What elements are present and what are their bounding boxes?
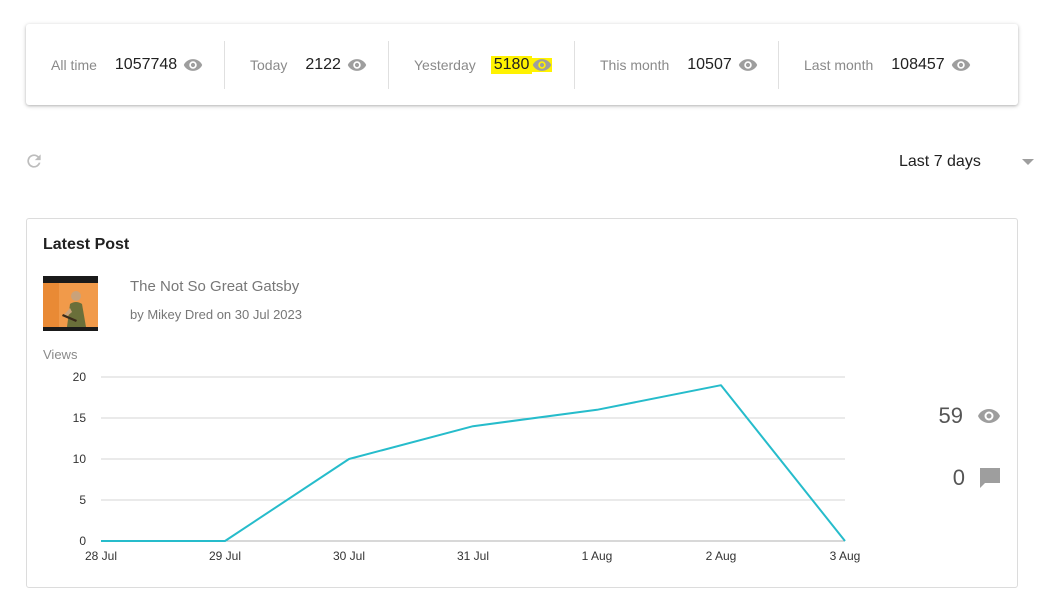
stat-label: Last month xyxy=(804,56,874,73)
x-tick-label: 31 Jul xyxy=(457,549,489,563)
eye-icon xyxy=(532,57,553,72)
stat-all-time: All time 1057748 xyxy=(26,40,225,89)
y-axis-label: Views xyxy=(43,347,78,362)
x-tick-label: 2 Aug xyxy=(706,549,737,563)
eye-icon xyxy=(951,58,970,71)
stats-card: All time 1057748 Today 2122 Yesterday 51… xyxy=(26,24,1018,105)
total-views-value: 59 xyxy=(938,403,963,428)
x-tick-label: 3 Aug xyxy=(830,549,861,563)
comment-icon xyxy=(980,468,1000,488)
views-chart: Views 0 5 10 15 20 28 Jul 29 Jul 30 Jul 31 Jul 1 A… xyxy=(43,347,861,563)
series-line-views xyxy=(101,384,846,542)
y-tick-label: 5 xyxy=(79,493,86,507)
date-range-select[interactable]: Last 7 days xyxy=(899,150,1034,174)
total-comments-value: 0 xyxy=(952,465,965,490)
stat-last-month: Last month 108457 xyxy=(779,41,1009,89)
y-tick-label: 15 xyxy=(73,411,87,425)
stat-yesterday: Yesterday 5180 xyxy=(389,40,575,89)
stat-value: 2122 xyxy=(305,55,341,73)
y-tick-label: 10 xyxy=(73,452,87,466)
stat-value: 1057748 xyxy=(114,55,178,73)
eye-icon xyxy=(738,58,757,71)
post-title[interactable]: The Not So Great Gatsby xyxy=(130,278,299,295)
caret-down-icon xyxy=(1022,159,1034,165)
eye-icon xyxy=(184,58,203,71)
stat-today: Today 2122 xyxy=(225,40,389,89)
post-heading: Latest Post xyxy=(43,236,130,253)
x-tick-label: 28 Jul xyxy=(85,549,117,563)
eye-icon xyxy=(978,409,1000,423)
y-tick-label: 0 xyxy=(79,534,86,548)
post-thumbnail[interactable] xyxy=(43,276,98,331)
stat-this-month: This month 10507 xyxy=(575,40,779,89)
total-views: 59 xyxy=(939,403,1001,429)
stat-label: Yesterday xyxy=(414,56,476,73)
date-range-value: Last 7 days xyxy=(899,153,981,170)
x-tick-label: 29 Jul xyxy=(209,549,241,563)
latest-post-card: Latest Post The Not So Great Gatsby by M… xyxy=(26,218,1018,588)
stat-value: 10507 xyxy=(687,55,732,73)
eye-icon xyxy=(347,58,367,71)
refresh-icon[interactable] xyxy=(24,151,44,171)
stat-value: 108457 xyxy=(891,55,945,73)
stat-label: All time xyxy=(51,56,97,73)
post-meta: by Mikey Dred on 30 Jul 2023 xyxy=(130,307,302,322)
stat-value: 5180 xyxy=(490,55,533,74)
total-comments: 0 xyxy=(953,465,1001,491)
y-tick-label: 20 xyxy=(73,370,87,384)
stat-label: Today xyxy=(250,56,288,73)
stat-label: This month xyxy=(600,56,670,73)
x-tick-label: 1 Aug xyxy=(582,549,613,563)
x-tick-label: 30 Jul xyxy=(333,549,365,563)
